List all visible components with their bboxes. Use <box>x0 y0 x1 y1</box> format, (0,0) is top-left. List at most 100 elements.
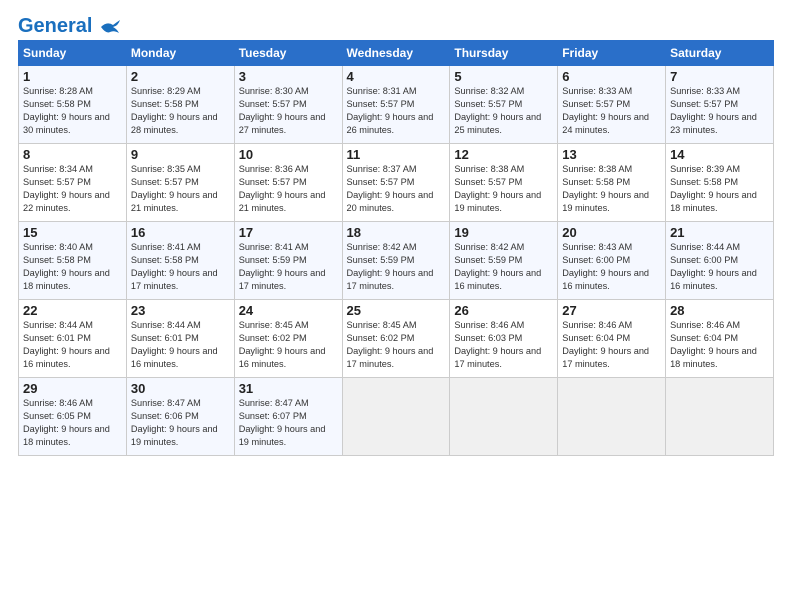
cell-info: Sunrise: 8:35 AMSunset: 5:57 PMDaylight:… <box>131 164 218 213</box>
cell-info: Sunrise: 8:45 AMSunset: 6:02 PMDaylight:… <box>347 320 434 369</box>
day-number: 31 <box>239 381 338 396</box>
calendar-week-3: 15Sunrise: 8:40 AMSunset: 5:58 PMDayligh… <box>19 222 774 300</box>
calendar-week-4: 22 Sunrise: 8:44 AMSunset: 6:01 PMDayligh… <box>19 300 774 378</box>
calendar-cell: 31 Sunrise: 8:47 AMSunset: 6:07 PMDayligh… <box>234 378 342 456</box>
calendar-cell: 29 Sunrise: 8:46 AMSunset: 6:05 PMDayligh… <box>19 378 127 456</box>
day-number: 17 <box>239 225 338 240</box>
day-number: 3 <box>239 69 338 84</box>
cell-info: Sunrise: 8:38 AMSunset: 5:57 PMDaylight:… <box>454 164 541 213</box>
calendar-table: SundayMondayTuesdayWednesdayThursdayFrid… <box>18 40 774 456</box>
day-number: 13 <box>562 147 661 162</box>
day-header-thursday: Thursday <box>450 41 558 66</box>
day-number: 25 <box>347 303 446 318</box>
day-header-friday: Friday <box>558 41 666 66</box>
day-number: 23 <box>131 303 230 318</box>
cell-info: Sunrise: 8:31 AMSunset: 5:57 PMDaylight:… <box>347 86 434 135</box>
calendar-cell: 4 Sunrise: 8:31 AMSunset: 5:57 PMDaylight… <box>342 66 450 144</box>
day-number: 14 <box>670 147 769 162</box>
header: General <box>18 16 774 34</box>
day-number: 1 <box>23 69 122 84</box>
bird-icon <box>99 19 121 35</box>
calendar-cell: 16 Sunrise: 8:41 AMSunset: 5:58 PMDayligh… <box>126 222 234 300</box>
calendar-cell: 8Sunrise: 8:34 AMSunset: 5:57 PMDaylight… <box>19 144 127 222</box>
calendar-week-1: 1Sunrise: 8:28 AMSunset: 5:58 PMDaylight… <box>19 66 774 144</box>
calendar-cell: 20 Sunrise: 8:43 AMSunset: 6:00 PMDayligh… <box>558 222 666 300</box>
calendar-cell: 15Sunrise: 8:40 AMSunset: 5:58 PMDayligh… <box>19 222 127 300</box>
cell-info: Sunrise: 8:39 AMSunset: 5:58 PMDaylight:… <box>670 164 757 213</box>
cell-info: Sunrise: 8:42 AMSunset: 5:59 PMDaylight:… <box>454 242 541 291</box>
calendar-cell: 14 Sunrise: 8:39 AMSunset: 5:58 PMDayligh… <box>666 144 774 222</box>
day-number: 21 <box>670 225 769 240</box>
calendar-cell: 24 Sunrise: 8:45 AMSunset: 6:02 PMDayligh… <box>234 300 342 378</box>
day-number: 27 <box>562 303 661 318</box>
day-number: 2 <box>131 69 230 84</box>
cell-info: Sunrise: 8:41 AMSunset: 5:58 PMDaylight:… <box>131 242 218 291</box>
calendar-header-row: SundayMondayTuesdayWednesdayThursdayFrid… <box>19 41 774 66</box>
calendar-cell: 13 Sunrise: 8:38 AMSunset: 5:58 PMDayligh… <box>558 144 666 222</box>
day-number: 18 <box>347 225 446 240</box>
day-number: 4 <box>347 69 446 84</box>
day-number: 7 <box>670 69 769 84</box>
day-number: 19 <box>454 225 553 240</box>
calendar-week-5: 29 Sunrise: 8:46 AMSunset: 6:05 PMDayligh… <box>19 378 774 456</box>
cell-info: Sunrise: 8:38 AMSunset: 5:58 PMDaylight:… <box>562 164 649 213</box>
cell-info: Sunrise: 8:45 AMSunset: 6:02 PMDaylight:… <box>239 320 326 369</box>
calendar-cell: 18 Sunrise: 8:42 AMSunset: 5:59 PMDayligh… <box>342 222 450 300</box>
day-number: 30 <box>131 381 230 396</box>
cell-info: Sunrise: 8:33 AMSunset: 5:57 PMDaylight:… <box>562 86 649 135</box>
logo: General <box>18 16 121 34</box>
calendar-cell: 9Sunrise: 8:35 AMSunset: 5:57 PMDaylight… <box>126 144 234 222</box>
calendar-cell: 30 Sunrise: 8:47 AMSunset: 6:06 PMDayligh… <box>126 378 234 456</box>
day-number: 15 <box>23 225 122 240</box>
cell-info: Sunrise: 8:43 AMSunset: 6:00 PMDaylight:… <box>562 242 649 291</box>
day-number: 22 <box>23 303 122 318</box>
calendar-cell <box>666 378 774 456</box>
cell-info: Sunrise: 8:37 AMSunset: 5:57 PMDaylight:… <box>347 164 434 213</box>
cell-info: Sunrise: 8:46 AMSunset: 6:05 PMDaylight:… <box>23 398 110 447</box>
page: General SundayMondayTuesdayWednesdayThur… <box>0 0 792 612</box>
cell-info: Sunrise: 8:44 AMSunset: 6:00 PMDaylight:… <box>670 242 757 291</box>
day-number: 5 <box>454 69 553 84</box>
day-number: 20 <box>562 225 661 240</box>
calendar-cell: 27Sunrise: 8:46 AMSunset: 6:04 PMDayligh… <box>558 300 666 378</box>
calendar-cell: 2 Sunrise: 8:29 AMSunset: 5:58 PMDaylight… <box>126 66 234 144</box>
calendar-cell <box>342 378 450 456</box>
calendar-cell <box>558 378 666 456</box>
cell-info: Sunrise: 8:34 AMSunset: 5:57 PMDaylight:… <box>23 164 110 213</box>
calendar-cell: 1Sunrise: 8:28 AMSunset: 5:58 PMDaylight… <box>19 66 127 144</box>
calendar-cell: 21 Sunrise: 8:44 AMSunset: 6:00 PMDayligh… <box>666 222 774 300</box>
calendar-cell: 25 Sunrise: 8:45 AMSunset: 6:02 PMDayligh… <box>342 300 450 378</box>
day-header-monday: Monday <box>126 41 234 66</box>
calendar-cell: 11 Sunrise: 8:37 AMSunset: 5:57 PMDayligh… <box>342 144 450 222</box>
day-header-sunday: Sunday <box>19 41 127 66</box>
cell-info: Sunrise: 8:29 AMSunset: 5:58 PMDaylight:… <box>131 86 218 135</box>
day-number: 10 <box>239 147 338 162</box>
calendar-cell: 5 Sunrise: 8:32 AMSunset: 5:57 PMDaylight… <box>450 66 558 144</box>
calendar-cell: 3Sunrise: 8:30 AMSunset: 5:57 PMDaylight… <box>234 66 342 144</box>
calendar-cell: 6 Sunrise: 8:33 AMSunset: 5:57 PMDaylight… <box>558 66 666 144</box>
calendar-cell: 17Sunrise: 8:41 AMSunset: 5:59 PMDayligh… <box>234 222 342 300</box>
cell-info: Sunrise: 8:47 AMSunset: 6:07 PMDaylight:… <box>239 398 326 447</box>
day-number: 16 <box>131 225 230 240</box>
day-number: 11 <box>347 147 446 162</box>
cell-info: Sunrise: 8:47 AMSunset: 6:06 PMDaylight:… <box>131 398 218 447</box>
day-number: 12 <box>454 147 553 162</box>
cell-info: Sunrise: 8:32 AMSunset: 5:57 PMDaylight:… <box>454 86 541 135</box>
day-header-tuesday: Tuesday <box>234 41 342 66</box>
day-number: 28 <box>670 303 769 318</box>
calendar-cell: 7Sunrise: 8:33 AMSunset: 5:57 PMDaylight… <box>666 66 774 144</box>
calendar-cell: 28 Sunrise: 8:46 AMSunset: 6:04 PMDayligh… <box>666 300 774 378</box>
cell-info: Sunrise: 8:44 AMSunset: 6:01 PMDaylight:… <box>131 320 218 369</box>
cell-info: Sunrise: 8:44 AMSunset: 6:01 PMDaylight:… <box>23 320 110 369</box>
calendar-cell: 12 Sunrise: 8:38 AMSunset: 5:57 PMDayligh… <box>450 144 558 222</box>
cell-info: Sunrise: 8:46 AMSunset: 6:04 PMDaylight:… <box>670 320 757 369</box>
calendar-cell: 23 Sunrise: 8:44 AMSunset: 6:01 PMDayligh… <box>126 300 234 378</box>
cell-info: Sunrise: 8:36 AMSunset: 5:57 PMDaylight:… <box>239 164 326 213</box>
day-number: 26 <box>454 303 553 318</box>
logo-text: General <box>18 16 121 36</box>
day-number: 6 <box>562 69 661 84</box>
calendar-cell <box>450 378 558 456</box>
day-number: 29 <box>23 381 122 396</box>
cell-info: Sunrise: 8:42 AMSunset: 5:59 PMDaylight:… <box>347 242 434 291</box>
day-number: 24 <box>239 303 338 318</box>
